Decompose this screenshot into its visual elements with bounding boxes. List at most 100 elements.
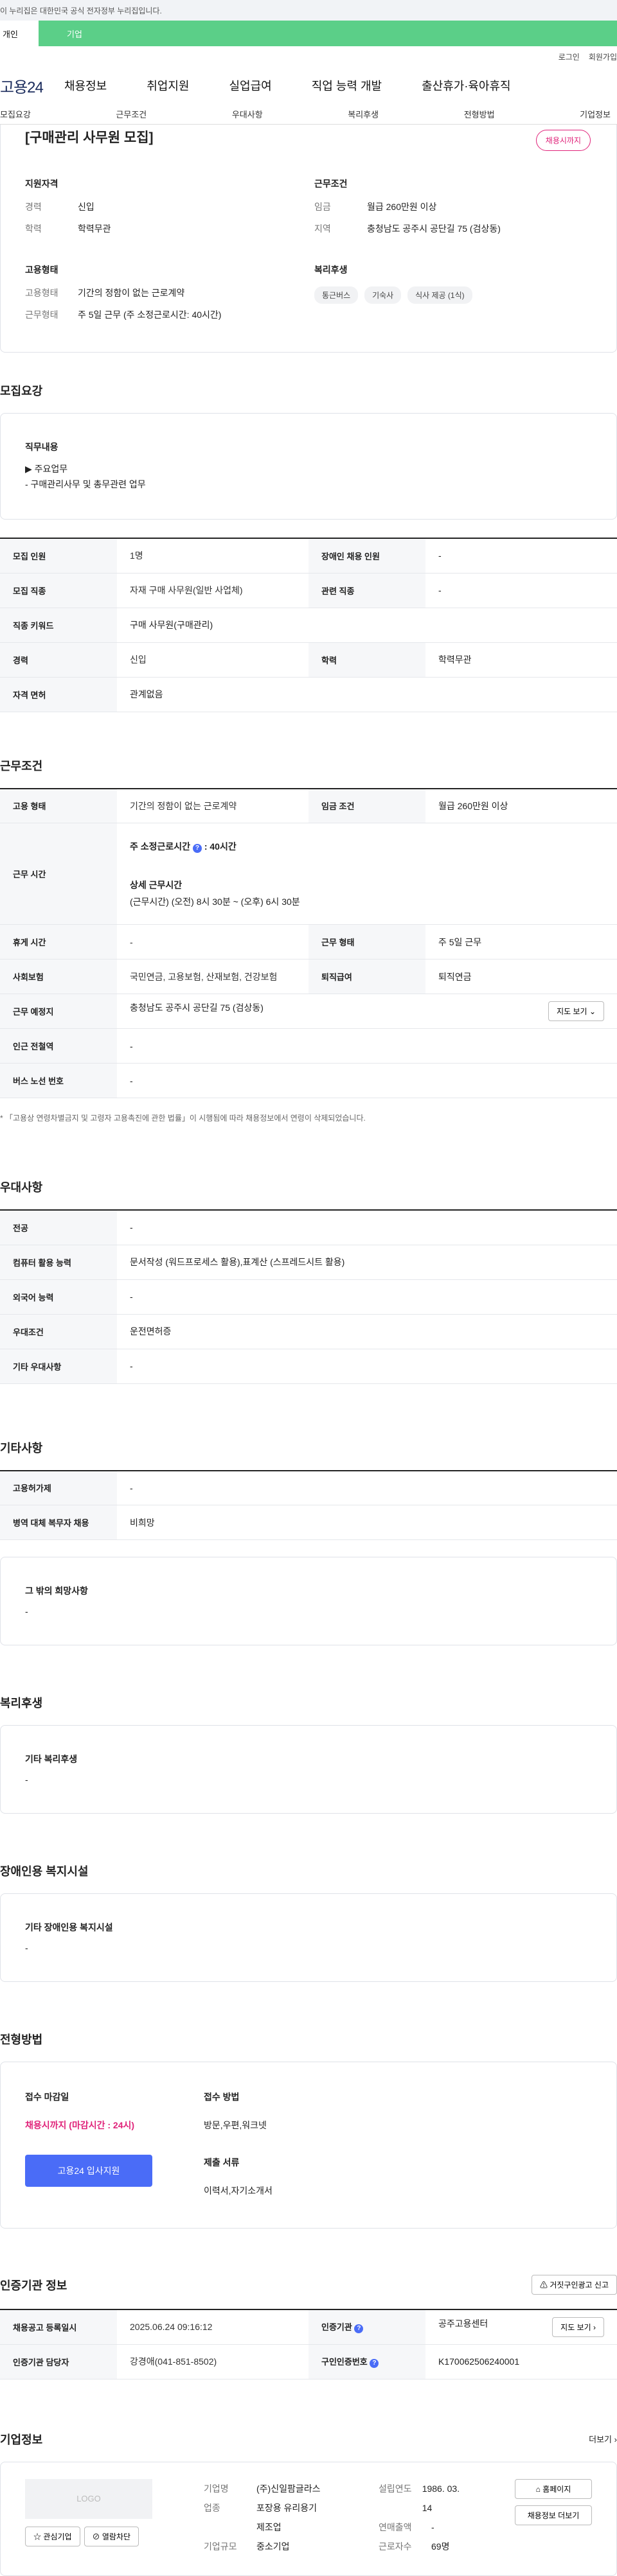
- tab-personal[interactable]: 개인: [0, 21, 39, 46]
- td-cell: -: [117, 1279, 617, 1315]
- company-box: LOGO ☆ 관심기업 ⊘ 열람차단 기업명 (주)신일팜글라스 업종 포장용 유리…: [0, 2461, 617, 2576]
- gov-notice-bar: 이 누리집은 대한민국 공식 전자정부 누리집입니다.: [0, 0, 617, 21]
- company-year: 1986. 03. 14: [422, 2483, 460, 2513]
- table-row: 직종 키워드 구매 사무원(구매관리): [0, 608, 617, 643]
- emp-key: 고용형태: [25, 288, 58, 298]
- pref-table: 전공 - 컴퓨터 활용 능력 문서작성 (워드프로세스 활용),표계산 (스프레드시…: [0, 1209, 617, 1384]
- tab-business[interactable]: 기업: [39, 21, 129, 46]
- th-cell: 근무 형태: [308, 924, 425, 959]
- table-row: 모집 직종 자재 구매 사무원(일반 사업체) 관련 직종 -: [0, 573, 617, 608]
- td-cell: 학력무관: [425, 642, 617, 678]
- cond-key: 지역: [314, 223, 331, 234]
- subnav-process[interactable]: 전형방법: [464, 108, 495, 120]
- info-key: 설립연도: [379, 2483, 412, 2494]
- th-cell: 구인인증번호 ?: [308, 2344, 425, 2379]
- gnb-jobs[interactable]: 채용정보: [64, 77, 107, 94]
- qual-key: 경력: [25, 202, 42, 212]
- status-badge: 채용시까지: [535, 130, 591, 151]
- td-cell: 문서작성 (워드프로세스 활용),표계산 (스프레드시트 활용): [117, 1245, 617, 1280]
- th-cell: 직종 키워드: [0, 608, 117, 643]
- cert-header: 인증기관 정보 ⚠ 거짓구인광고 신고: [0, 2275, 617, 2295]
- pref-section-title: 우대사항: [0, 1181, 43, 1194]
- welfare-box: 기타 복리후생 -: [0, 1725, 617, 1814]
- welfare-chip: 기숙사: [364, 286, 402, 304]
- company-more-link[interactable]: 더보기 ›: [589, 2433, 617, 2445]
- th-cell: 근무 시간: [0, 823, 117, 925]
- subnav-recruit[interactable]: 모집요강: [0, 108, 31, 120]
- td-cell: 관계없음: [117, 677, 617, 712]
- info-icon[interactable]: ?: [192, 843, 202, 853]
- emp-title: 고용형태: [25, 265, 58, 275]
- time-detail: (근무시간) (오전) 8시 30분 ~ (오후) 6시 30분: [130, 896, 300, 907]
- td-cell: -: [425, 538, 617, 574]
- td-cell: 퇴직연금: [425, 959, 617, 994]
- wish-title: 그 밖의 희망사항: [25, 1586, 88, 1596]
- disabled-box: 기타 장애인용 복지시설 -: [0, 1893, 617, 1982]
- info-key: 근로자수: [379, 2541, 412, 2552]
- th-cell: 병역 대체 복무자 채용: [0, 1505, 117, 1540]
- td-cell: 강경애(041-851-8502): [117, 2344, 308, 2379]
- process-box: 접수 마감일 채용시까지 (마감시간 : 24시) 고용24 입사지원 접수 방…: [0, 2062, 617, 2229]
- recruit-section-title: 모집요강: [0, 385, 43, 398]
- more-jobs-button[interactable]: 채용정보 더보기: [515, 2505, 592, 2525]
- th-cell: 임금 조건: [308, 788, 425, 823]
- block-icon: ⊘: [92, 2532, 100, 2541]
- duty-title: 직무내용: [25, 442, 58, 452]
- company-actions: ⌂ 홈페이지 채용정보 더보기: [515, 2478, 592, 2556]
- etc-section-title: 기타사항: [0, 1441, 43, 1455]
- report-button-label: 거짓구인광고 신고: [550, 2281, 609, 2290]
- table-row: 근무 시간 주 소정근로시간 ? : 40시간 상세 근무시간 (근무시간) (…: [0, 823, 617, 925]
- cert-table: 채용공고 등록일시 2025.06.24 09:16:12 인증기관 ? 공주고용센터…: [0, 2309, 617, 2379]
- star-icon: ☆: [33, 2532, 42, 2541]
- site-logo[interactable]: 고용24: [0, 74, 64, 97]
- qual-val: 학력무관: [78, 223, 111, 234]
- signup-link[interactable]: 회원가입: [589, 51, 617, 62]
- duty-line: - 구매관리사무 및 총무관련 업무: [25, 479, 146, 489]
- company-name: (주)신일팜글라스: [256, 2483, 321, 2494]
- td-cell: 국민연금, 고용보험, 산재보험, 건강보험: [117, 959, 308, 994]
- interest-label: 관심기업: [43, 2532, 72, 2541]
- gnb-benefit[interactable]: 실업급여: [229, 77, 272, 94]
- subnav-pref[interactable]: 우대사항: [232, 108, 263, 120]
- td-cell: -: [117, 1349, 617, 1384]
- gnb-leave[interactable]: 출산휴가·육아휴직: [422, 77, 510, 94]
- table-row: 버스 노선 번호 -: [0, 1063, 617, 1098]
- info-key: 기업명: [204, 2483, 229, 2494]
- th-cell: 사회보험: [0, 959, 117, 994]
- map-button-label: 지도 보기: [557, 1007, 587, 1016]
- info-icon[interactable]: ?: [370, 2359, 379, 2368]
- td-cell: -: [425, 573, 617, 608]
- docs-label: 제출 서류: [204, 2157, 240, 2168]
- method-label: 접수 방법: [204, 2092, 240, 2102]
- cert-map-button[interactable]: 지도 보기 ›: [552, 2317, 604, 2337]
- gnb-support[interactable]: 취업지원: [147, 77, 189, 94]
- td-cell: 1명: [117, 538, 308, 574]
- company-info-col1: 기업명 (주)신일팜글라스 업종 포장용 유리용기 제조업 기업규모 중소기업: [204, 2479, 327, 2556]
- table-row: 자격 면허 관계없음: [0, 677, 617, 712]
- table-row: 인증기관 담당자 강경애(041-851-8502) 구인인증번호 ? K170062…: [0, 2344, 617, 2379]
- emp-val: 기간의 정함이 없는 근로계약: [78, 288, 185, 298]
- info-key: 업종: [204, 2502, 220, 2513]
- subnav-company[interactable]: 기업정보: [580, 108, 611, 120]
- table-row: 기타 우대사항 -: [0, 1349, 617, 1384]
- th-cell: 휴게 시간: [0, 924, 117, 959]
- interest-button[interactable]: ☆ 관심기업: [25, 2526, 80, 2546]
- td-cell: 자재 구매 사무원(일반 사업체): [117, 573, 308, 608]
- apply-button[interactable]: 고용24 입사지원: [25, 2155, 152, 2187]
- th-cell: 컴퓨터 활용 능력: [0, 1245, 117, 1280]
- th-cell: 자격 면허: [0, 677, 117, 712]
- subnav-work[interactable]: 근무조건: [116, 108, 147, 120]
- login-link[interactable]: 로그인: [559, 51, 580, 62]
- info-icon[interactable]: ?: [354, 2324, 364, 2334]
- map-button[interactable]: 지도 보기 ⌄: [548, 1001, 604, 1021]
- th-cell: 관련 직종: [308, 573, 425, 608]
- chevron-down-icon: ⌄: [589, 1007, 596, 1016]
- report-button[interactable]: ⚠ 거짓구인광고 신고: [531, 2275, 617, 2295]
- subnav-welfare[interactable]: 복리후생: [348, 108, 379, 120]
- th-cell: 인근 전철역: [0, 1028, 117, 1064]
- gnb-training[interactable]: 직업 능력 개발: [312, 77, 382, 94]
- block-button[interactable]: ⊘ 열람차단: [84, 2526, 139, 2546]
- etc-wish-box: 그 밖의 희망사항 -: [0, 1557, 617, 1645]
- work-time-cell: 주 소정근로시간 ? : 40시간 상세 근무시간 (근무시간) (오전) 8시…: [117, 823, 617, 925]
- homepage-button[interactable]: ⌂ 홈페이지: [515, 2478, 592, 2499]
